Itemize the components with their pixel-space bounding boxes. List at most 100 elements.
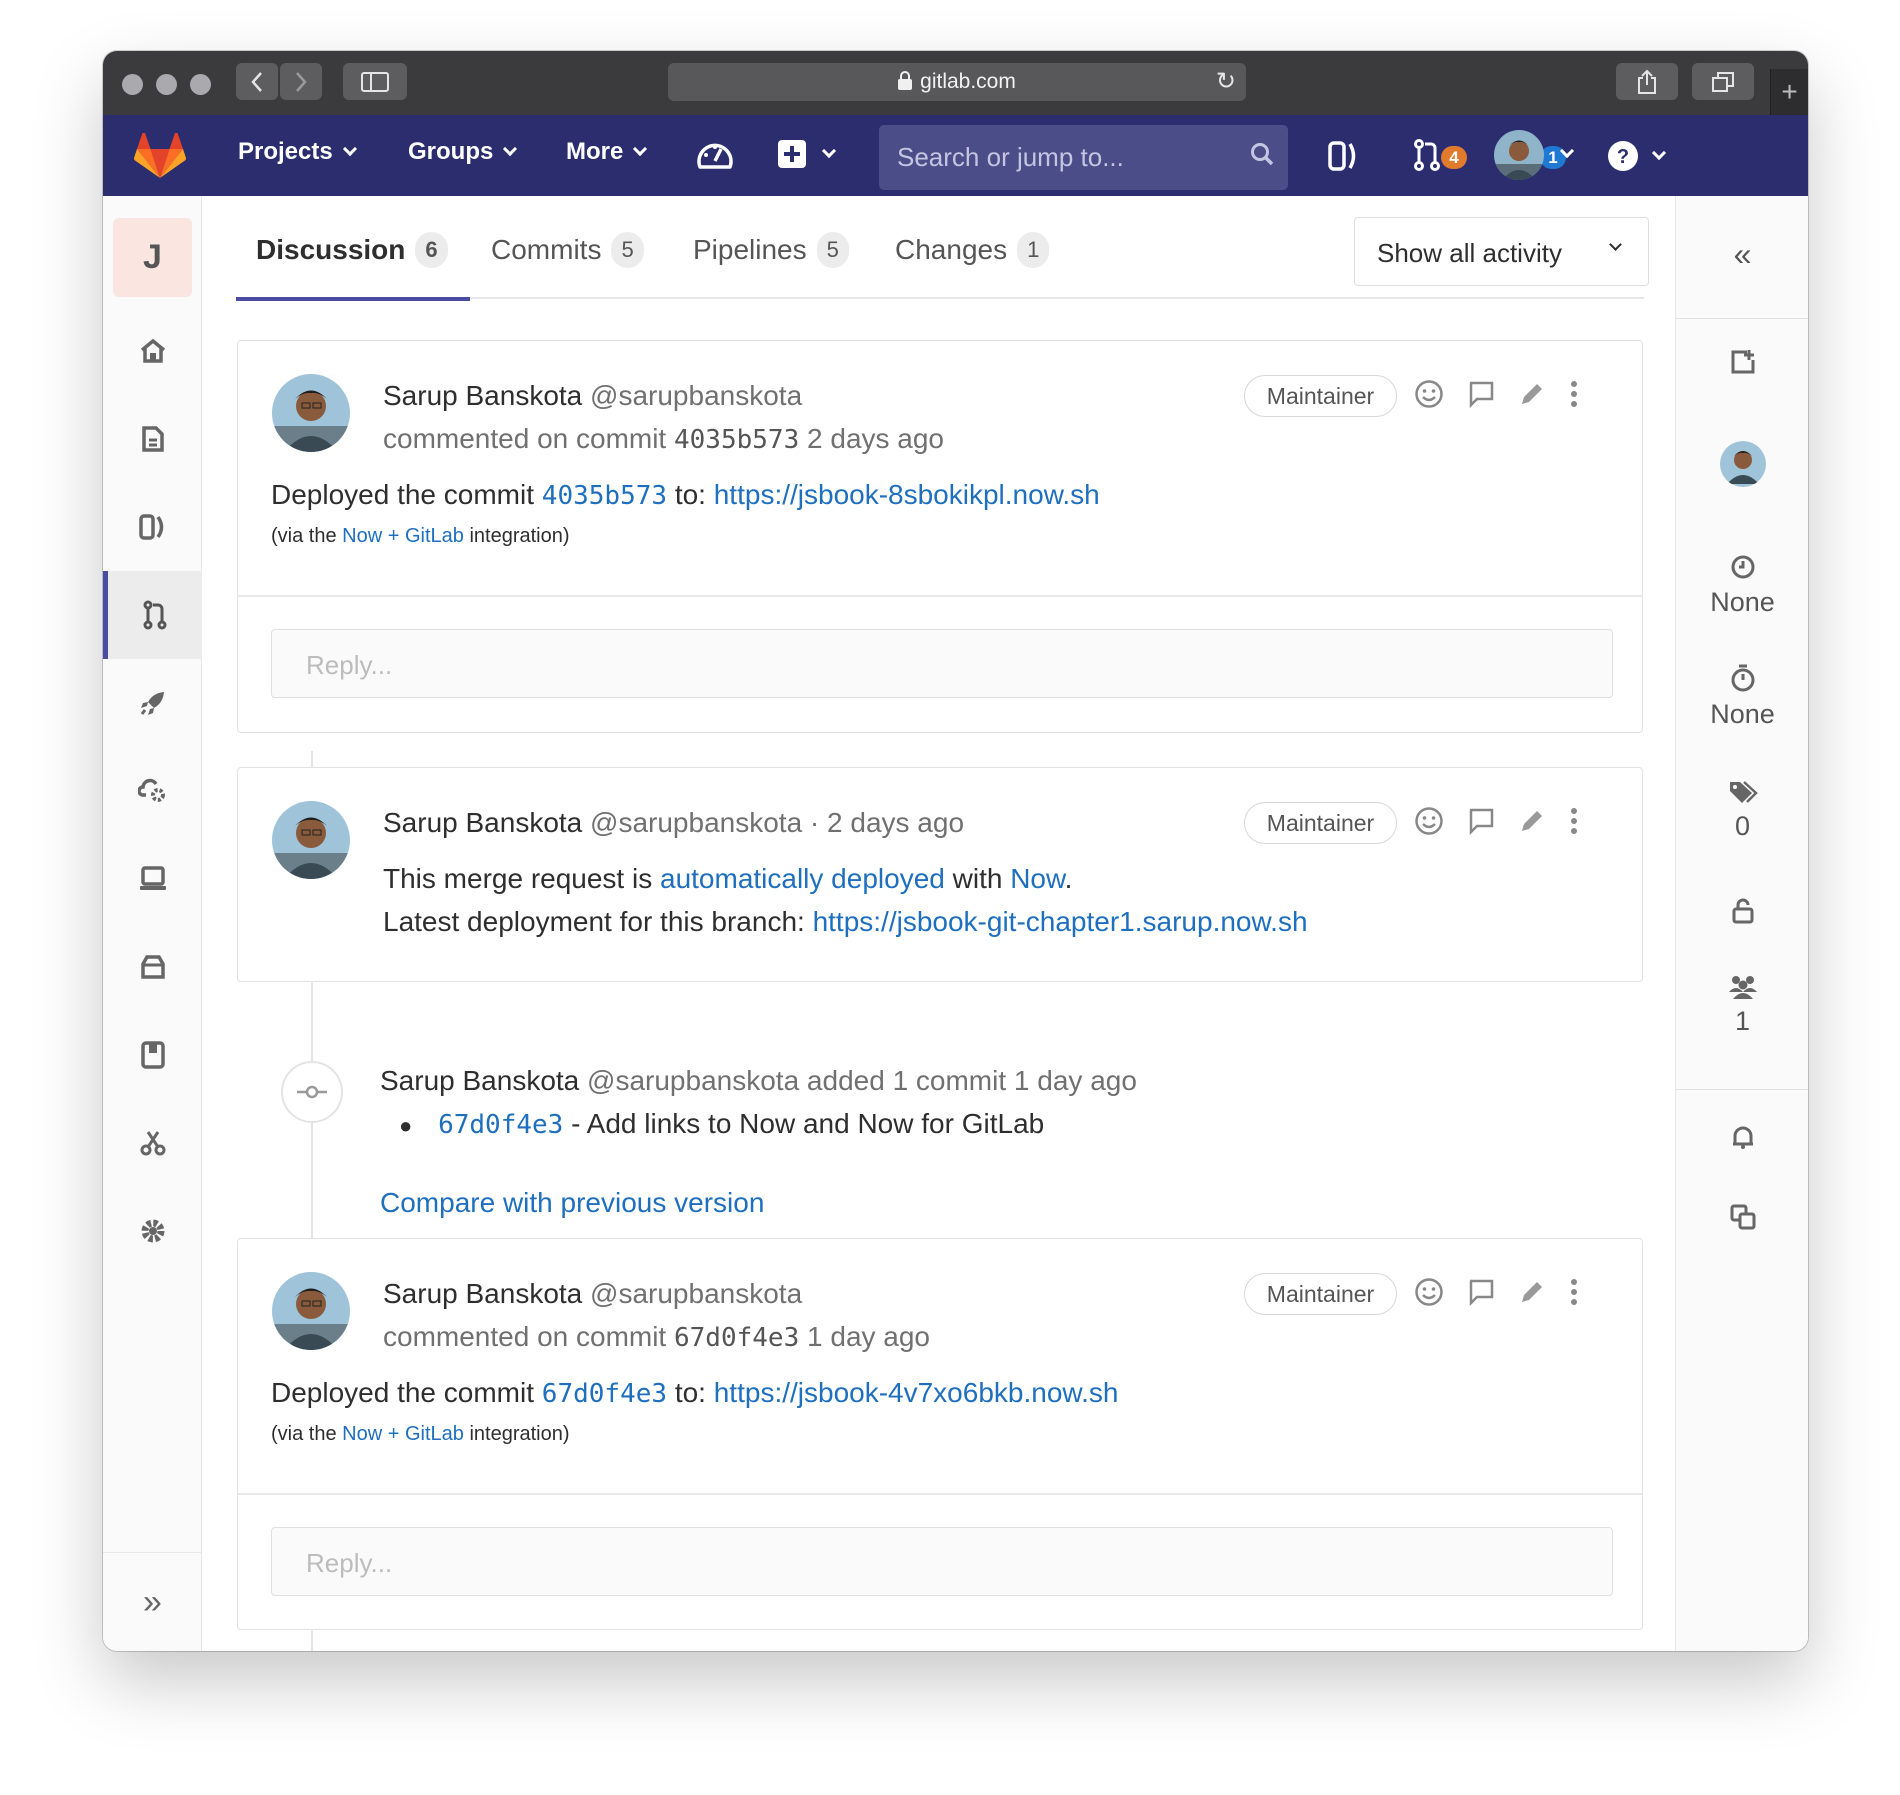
zoom-window-button[interactable] <box>190 74 211 95</box>
discussion-note: Sarup Banskota @sarupbanskota · 2 days a… <box>237 767 1643 982</box>
close-window-button[interactable] <box>122 74 143 95</box>
author-handle[interactable]: @sarupbanskota <box>587 1065 799 1096</box>
sidebar-item-snippets[interactable] <box>103 1099 202 1187</box>
sidebar-lock[interactable] <box>1676 897 1808 925</box>
edit-pencil-icon[interactable] <box>1518 807 1546 835</box>
nav-more[interactable]: More <box>566 138 648 166</box>
avatar[interactable] <box>272 1272 350 1350</box>
sidebar-time-tracking[interactable]: None <box>1676 663 1808 730</box>
time-tracking-value: None <box>1710 699 1775 729</box>
meta-commit-sha[interactable]: 67d0f4e3 <box>674 1323 799 1353</box>
sidebar-milestone[interactable]: None <box>1676 553 1808 618</box>
back-button[interactable] <box>236 63 278 100</box>
copy-reference-button[interactable] <box>1676 1203 1808 1231</box>
tab-discussion[interactable]: Discussion 6 <box>256 232 448 268</box>
more-actions-icon[interactable] <box>1569 1277 1579 1307</box>
sidebar-item-operations[interactable] <box>103 747 202 835</box>
clock-icon <box>1731 555 1754 579</box>
more-actions-icon[interactable] <box>1569 806 1579 836</box>
new-item-dropdown[interactable] <box>778 140 837 168</box>
more-actions-icon[interactable] <box>1569 379 1579 409</box>
sidebar-item-project-overview[interactable] <box>103 307 202 395</box>
note-time[interactable]: 2 days ago <box>807 423 944 454</box>
reload-icon[interactable]: ↻ <box>1216 67 1236 96</box>
integration-link[interactable]: Now + GitLab <box>342 525 464 547</box>
address-bar[interactable]: gitlab.com ↻ <box>668 63 1246 101</box>
auto-deploy-link[interactable]: automatically deployed <box>660 863 945 894</box>
deployment-url-link[interactable]: https://jsbook-8sbokikpl.now.sh <box>714 479 1100 510</box>
author-handle: @sarupbanskota <box>590 1278 803 1309</box>
meta-commit-sha[interactable]: 4035b573 <box>674 425 799 455</box>
tabs-overview-button[interactable] <box>1692 63 1754 100</box>
activity-filter-dropdown[interactable]: Show all activity <box>1354 217 1649 286</box>
reply-comment-icon[interactable] <box>1467 1278 1495 1306</box>
commit-link[interactable]: 67d0f4e3 <box>542 1379 667 1409</box>
sidebar-item-settings[interactable] <box>103 1187 202 1275</box>
assignee-avatar[interactable] <box>1676 441 1808 487</box>
search-input[interactable]: Search or jump to... <box>879 125 1288 190</box>
via-suffix: integration) <box>469 1423 570 1445</box>
deployment-url-link[interactable]: https://jsbook-4v7xo6bkb.now.sh <box>714 1377 1119 1408</box>
sidebar-item-ci-cd[interactable] <box>103 659 202 747</box>
sidebar-labels[interactable]: 0 <box>1676 779 1808 842</box>
author-name[interactable]: Sarup Banskota <box>380 1065 579 1096</box>
note-time[interactable]: · 2 days ago <box>810 807 964 838</box>
dashboard-icon[interactable] <box>696 137 734 171</box>
notifications-toggle[interactable] <box>1676 1124 1808 1150</box>
note-author[interactable]: Sarup Banskota @sarupbanskota · 2 days a… <box>383 807 964 839</box>
sidebar-item-wiki[interactable] <box>103 1011 202 1099</box>
minimize-window-button[interactable] <box>156 74 177 95</box>
share-button[interactable] <box>1616 63 1678 100</box>
divider <box>238 1493 1642 1495</box>
nav-groups[interactable]: Groups <box>408 138 518 166</box>
sidebar-item-issues[interactable] <box>103 483 202 571</box>
issues-icon[interactable] <box>1328 140 1358 172</box>
help-dropdown[interactable]: ? <box>1608 141 1667 171</box>
commit-icon <box>297 1085 327 1099</box>
project-avatar[interactable]: J <box>113 218 192 297</box>
sidebar-item-merge-requests[interactable] <box>103 571 202 659</box>
sidebar-item-repository[interactable] <box>103 395 202 483</box>
avatar[interactable] <box>272 374 350 452</box>
emoji-icon[interactable] <box>1414 806 1444 836</box>
reply-comment-icon[interactable] <box>1467 807 1495 835</box>
integration-link[interactable]: Now + GitLab <box>342 1423 464 1445</box>
reply-comment-icon[interactable] <box>1467 380 1495 408</box>
tab-commits[interactable]: Commits 5 <box>491 232 644 268</box>
new-tab-button[interactable]: + <box>1770 69 1808 115</box>
emoji-icon[interactable] <box>1414 379 1444 409</box>
user-avatar[interactable] <box>1494 130 1544 180</box>
reply-input[interactable]: Reply... <box>271 1527 1613 1596</box>
sidebar-item-monitoring[interactable] <box>103 835 202 923</box>
note-author[interactable]: Sarup Banskota @sarupbanskota <box>383 1278 802 1310</box>
edit-pencil-icon[interactable] <box>1518 1278 1546 1306</box>
branch-deployment-link[interactable]: https://jsbook-git-chapter1.sarup.now.sh <box>813 906 1308 937</box>
collapse-right-sidebar-button[interactable]: « <box>1676 236 1808 273</box>
tab-changes[interactable]: Changes 1 <box>895 232 1050 268</box>
note-time[interactable]: 1 day ago <box>807 1321 930 1352</box>
integration-note: (via the Now + GitLab integration) <box>271 525 570 548</box>
system-time[interactable]: 1 day ago <box>1014 1065 1137 1096</box>
commit-link[interactable]: 4035b573 <box>542 481 667 511</box>
emoji-icon[interactable] <box>1414 1277 1444 1307</box>
collapse-sidebar-button[interactable]: » <box>103 1552 202 1651</box>
compare-versions-link[interactable]: Compare with previous version <box>380 1187 764 1219</box>
commit-link[interactable]: 67d0f4e3 <box>438 1110 563 1140</box>
reply-input[interactable]: Reply... <box>271 629 1613 698</box>
avatar[interactable] <box>272 801 350 879</box>
wiki-icon <box>140 1041 165 1069</box>
now-link[interactable]: Now <box>1010 863 1064 894</box>
lock-icon <box>898 70 913 90</box>
edit-pencil-icon[interactable] <box>1518 380 1546 408</box>
sidebar-item-packages[interactable] <box>103 923 202 1011</box>
add-todo-button[interactable] <box>1676 348 1808 376</box>
forward-button[interactable] <box>280 63 322 100</box>
tab-pipelines[interactable]: Pipelines 5 <box>693 232 849 268</box>
merge-requests-nav[interactable] <box>1413 139 1441 176</box>
note-author[interactable]: Sarup Banskota @sarupbanskota <box>383 380 802 412</box>
nav-projects[interactable]: Projects <box>238 138 357 166</box>
gitlab-logo[interactable] <box>133 133 187 179</box>
sidebar-participants[interactable]: 1 <box>1676 972 1808 1037</box>
tabs-icon <box>1712 71 1734 92</box>
sidebar-toggle-button[interactable] <box>343 63 407 100</box>
